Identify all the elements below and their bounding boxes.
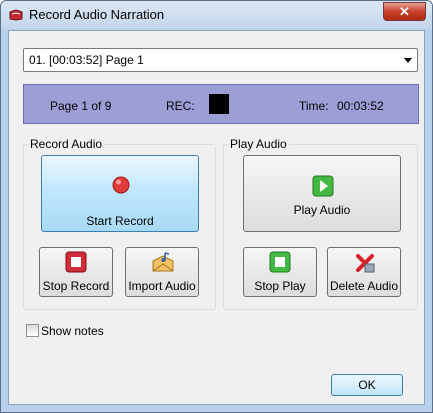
record-icon [112, 176, 130, 194]
import-audio-label: Import Audio [128, 279, 196, 293]
time-value: 00:03:52 [337, 99, 384, 113]
chevron-down-icon[interactable] [404, 58, 412, 63]
dialog-window: Record Audio Narration ✕ 01. [00:03:52] … [0, 0, 433, 413]
import-audio-button[interactable]: Import Audio [125, 247, 199, 297]
play-audio-group: Play Audio Play Audio Stop Play Delete A… [223, 137, 418, 310]
play-audio-button[interactable]: Play Audio [243, 155, 401, 232]
stop-record-button[interactable]: Stop Record [39, 247, 113, 297]
rec-label: REC: [166, 99, 195, 113]
page-info: Page 1 of 9 [50, 99, 112, 113]
rec-indicator [209, 94, 229, 114]
start-record-button[interactable]: Start Record [41, 155, 199, 232]
stop-play-icon [269, 251, 291, 273]
start-record-label: Start Record [86, 214, 154, 228]
import-audio-icon [152, 252, 174, 272]
ok-button[interactable]: OK [331, 374, 403, 396]
show-notes-checkbox[interactable] [26, 324, 39, 337]
app-book-icon [9, 9, 23, 21]
record-audio-group: Record Audio Start Record Stop Record Im… [23, 137, 216, 310]
close-button[interactable]: ✕ [383, 2, 426, 21]
page-select[interactable]: 01. [00:03:52] Page 1 [23, 48, 418, 72]
play-audio-title: Play Audio [228, 137, 289, 151]
window-title: Record Audio Narration [29, 7, 165, 22]
play-icon [312, 175, 334, 197]
delete-audio-label: Delete Audio [329, 279, 399, 293]
stop-play-button[interactable]: Stop Play [243, 247, 317, 297]
time-label: Time: [299, 99, 329, 113]
delete-audio-button[interactable]: Delete Audio [327, 247, 401, 297]
close-icon: ✕ [399, 4, 410, 19]
show-notes-label[interactable]: Show notes [41, 324, 104, 338]
page-select-value: 01. [00:03:52] Page 1 [29, 53, 144, 67]
record-audio-title: Record Audio [28, 137, 105, 151]
stop-record-icon [65, 251, 87, 273]
stop-record-label: Stop Record [42, 279, 110, 293]
title-bar[interactable]: Record Audio Narration ✕ [1, 1, 432, 29]
status-panel: Page 1 of 9 REC: Time: 00:03:52 [23, 84, 419, 124]
dialog-body: 01. [00:03:52] Page 1 Page 1 of 9 REC: T… [8, 30, 425, 405]
play-audio-label: Play Audio [293, 203, 351, 217]
delete-icon [356, 254, 375, 273]
stop-play-label: Stop Play [254, 279, 306, 293]
